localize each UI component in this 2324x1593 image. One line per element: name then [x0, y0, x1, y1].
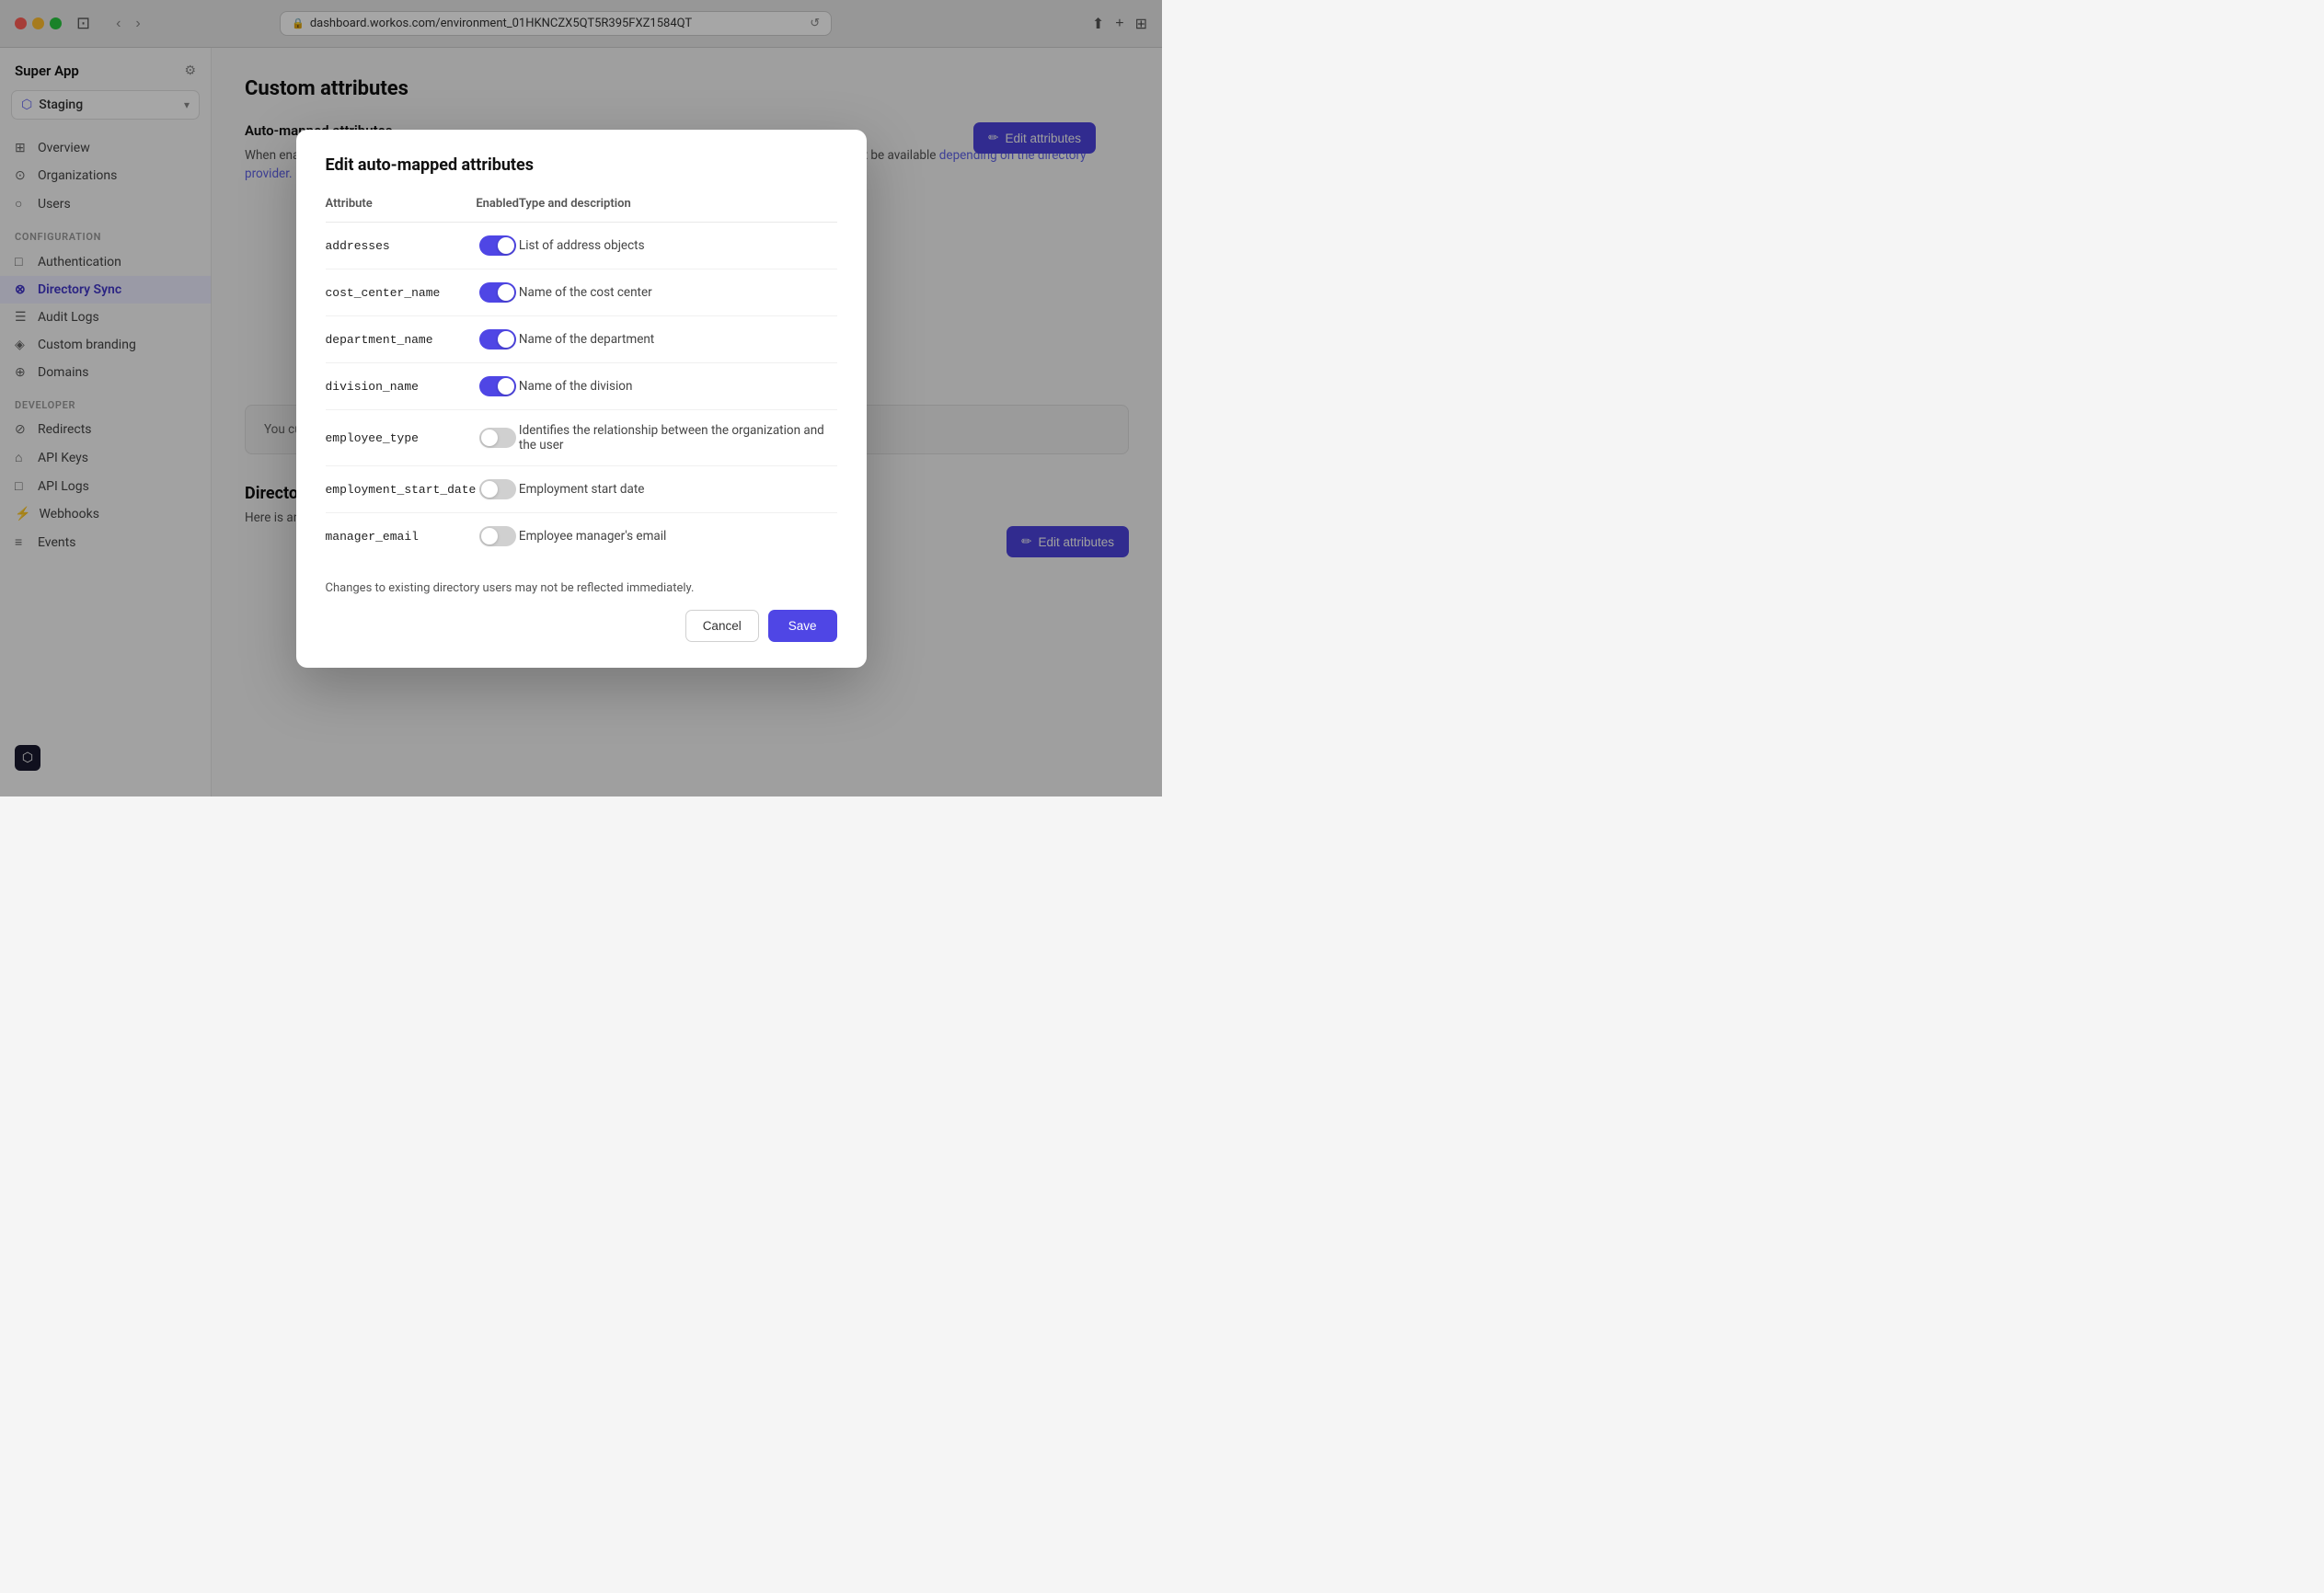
attr-toggle-2[interactable] [479, 329, 516, 350]
table-row: addresses List of address objects [326, 222, 837, 269]
toggle-cell [476, 512, 519, 559]
toggle-cell [476, 409, 519, 465]
toggle-cell [476, 362, 519, 409]
modal-footer-buttons: Cancel Save [326, 610, 837, 642]
modal: Edit auto-mapped attributes Attribute En… [296, 130, 867, 668]
col-enabled: Enabled [476, 197, 519, 223]
toggle-cell [476, 465, 519, 512]
save-button[interactable]: Save [768, 610, 837, 642]
table-row: employee_type Identifies the relationshi… [326, 409, 837, 465]
col-attribute: Attribute [326, 197, 477, 223]
toggle-cell [476, 222, 519, 269]
cancel-button[interactable]: Cancel [685, 610, 759, 642]
attr-desc: Name of the cost center [519, 285, 652, 300]
toggle-cell [476, 269, 519, 315]
attr-name: cost_center_name [326, 286, 441, 300]
attr-name: employee_type [326, 431, 419, 445]
attr-desc: Name of the department [519, 332, 654, 347]
attr-toggle-5[interactable] [479, 479, 516, 499]
modal-title: Edit auto-mapped attributes [326, 155, 837, 175]
app-layout: Super App ⚙ ⬡ Staging ▾ ⊞ Overview ⊙ Org… [0, 48, 1162, 796]
modal-footer-note: Changes to existing directory users may … [326, 581, 837, 595]
attr-desc: Identifies the relationship between the … [519, 423, 824, 453]
attr-name: manager_email [326, 530, 419, 544]
attributes-table: Attribute Enabled Type and description a… [326, 197, 837, 559]
attr-toggle-1[interactable] [479, 282, 516, 303]
attr-desc: Employee manager's email [519, 529, 666, 544]
table-row: employment_start_date Employment start d… [326, 465, 837, 512]
attr-desc: Name of the division [519, 379, 633, 394]
toggle-cell [476, 315, 519, 362]
attr-toggle-0[interactable] [479, 235, 516, 256]
attr-name: division_name [326, 380, 419, 394]
attr-toggle-4[interactable] [479, 428, 516, 448]
attr-toggle-6[interactable] [479, 526, 516, 546]
attr-desc: Employment start date [519, 482, 645, 497]
attr-name: department_name [326, 333, 433, 347]
table-row: division_name Name of the division [326, 362, 837, 409]
table-row: department_name Name of the department [326, 315, 837, 362]
table-row: manager_email Employee manager's email [326, 512, 837, 559]
attr-name: employment_start_date [326, 483, 477, 497]
attr-name: addresses [326, 239, 390, 253]
col-type-desc: Type and description [519, 197, 837, 223]
table-row: cost_center_name Name of the cost center [326, 269, 837, 315]
modal-overlay[interactable]: Edit auto-mapped attributes Attribute En… [0, 0, 1162, 796]
attr-toggle-3[interactable] [479, 376, 516, 396]
modal-footer: Changes to existing directory users may … [326, 581, 837, 642]
attr-desc: List of address objects [519, 238, 645, 253]
